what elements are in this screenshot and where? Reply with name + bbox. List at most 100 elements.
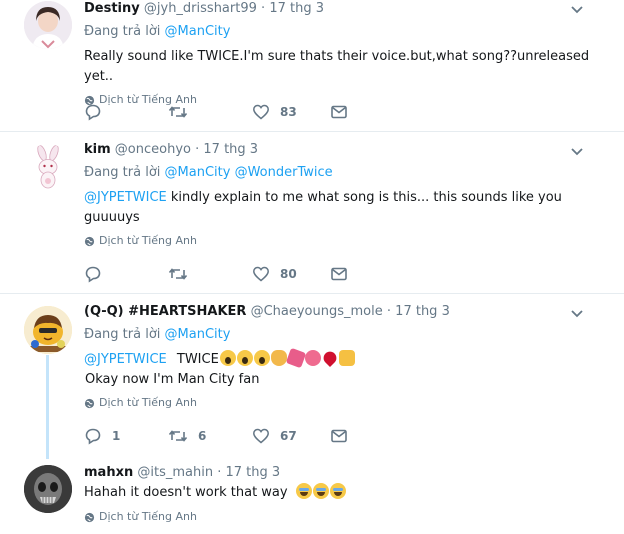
reply-mention[interactable]: @ManCity	[165, 24, 231, 39]
tweet-header: kim @onceohyo · 17 thg 3	[84, 141, 604, 159]
tweet-actions: 80	[84, 264, 348, 284]
text-body: Hahah it doesn't work that way	[84, 485, 288, 500]
globe-icon	[84, 398, 95, 408]
username[interactable]: @its_mahin	[137, 465, 213, 480]
tweet-text: Hahah it doesn't work that way	[84, 483, 604, 503]
reply-icon	[85, 104, 101, 121]
like-count: 83	[280, 105, 297, 119]
scream-emoji-icon	[253, 350, 270, 366]
reply-button[interactable]	[84, 265, 168, 283]
text-mention[interactable]: @JYPETWICE	[84, 190, 167, 205]
timestamp[interactable]: 17 thg 3	[395, 304, 450, 319]
display-name[interactable]: Destiny	[84, 1, 140, 16]
retweet-button[interactable]	[168, 103, 252, 121]
heart-icon	[253, 428, 269, 444]
direct-message-button[interactable]	[330, 103, 348, 121]
heart-icon	[253, 104, 269, 120]
avatar[interactable]	[24, 306, 72, 354]
heart-emoji-icon	[320, 348, 339, 368]
avatar[interactable]	[24, 465, 72, 513]
display-name[interactable]: kim	[84, 142, 111, 157]
translate-link[interactable]: Dịch từ Tiếng Anh	[84, 509, 604, 525]
retweet-icon	[168, 430, 188, 442]
thumbs-up-emoji-icon	[338, 350, 355, 366]
separator-dot: ·	[195, 142, 200, 157]
chevron-down-icon[interactable]	[570, 3, 584, 17]
mail-icon	[331, 267, 347, 281]
reply-context: Đang trả lời @ManCity	[84, 23, 604, 41]
reply-prefix: Đang trả lời	[84, 165, 161, 180]
text-line: @JYPETWICE TWICE	[84, 347, 604, 370]
tweet-actions: 1 6 67	[84, 426, 348, 446]
bouquet-emoji-icon	[304, 350, 321, 366]
tears-of-joy-emoji-icon	[312, 483, 329, 499]
chevron-down-icon[interactable]	[570, 307, 584, 321]
reply-prefix: Đang trả lời	[84, 327, 161, 342]
tweet-destiny[interactable]: Destiny @jyh_drisshart99 · 17 thg 3 Đang…	[0, 0, 624, 131]
reply-prefix: Đang trả lời	[84, 24, 161, 39]
mail-icon	[331, 105, 347, 119]
retweet-button[interactable]: 6	[168, 427, 252, 445]
text-mention[interactable]: @JYPETWICE	[84, 352, 167, 367]
scream-emoji-icon	[236, 350, 253, 366]
display-name[interactable]: (Q-Q) #HEARTSHAKER	[84, 304, 246, 319]
username[interactable]: @onceohyo	[115, 142, 191, 157]
tweet-header: (Q-Q) #HEARTSHAKER @Chaeyoungs_mole · 17…	[84, 303, 604, 321]
mail-icon	[331, 429, 347, 443]
avatar[interactable]	[24, 1, 72, 49]
reply-icon	[85, 266, 101, 283]
avatar[interactable]	[24, 144, 72, 192]
reply-context: Đang trả lời @ManCity	[84, 326, 604, 344]
translate-label: Dịch từ Tiếng Anh	[99, 510, 197, 523]
username[interactable]: @Chaeyoungs_mole	[251, 304, 383, 319]
tweet-kim[interactable]: kim @onceohyo · 17 thg 3 Đang trả lời @M…	[0, 132, 624, 293]
tweet-header: Destiny @jyh_drisshart99 · 17 thg 3	[84, 0, 604, 18]
retweet-count: 6	[198, 429, 207, 443]
translate-link[interactable]: Dịch từ Tiếng Anh	[84, 395, 604, 411]
retweet-button[interactable]	[168, 265, 252, 283]
translate-link[interactable]: Dịch từ Tiếng Anh	[84, 233, 604, 249]
reply-button[interactable]: 1	[84, 427, 168, 445]
tweet-text: @JYPETWICE kindly explain to me what son…	[84, 188, 604, 228]
reply-button[interactable]	[84, 103, 168, 121]
separator-dot: ·	[261, 1, 266, 16]
text-body: TWICE	[176, 352, 219, 367]
clap-emoji-icon	[270, 350, 287, 366]
direct-message-button[interactable]	[330, 265, 348, 283]
separator-dot: ·	[386, 304, 392, 319]
like-button[interactable]: 80	[252, 265, 336, 283]
tweet-mahxn[interactable]: mahxn @its_mahin · 17 thg 3 Hahah it doe…	[0, 459, 624, 534]
tears-of-joy-emoji-icon	[295, 483, 312, 499]
party-popper-emoji-icon	[285, 347, 307, 369]
tweet-text: Really sound like TWICE.I'm sure thats t…	[84, 49, 590, 84]
translate-label: Dịch từ Tiếng Anh	[99, 396, 197, 409]
globe-icon	[84, 512, 95, 522]
like-button[interactable]: 83	[252, 103, 336, 121]
retweet-icon	[168, 106, 188, 118]
reply-mention[interactable]: @ManCity	[165, 327, 231, 342]
reply-mention[interactable]: @WonderTwice	[235, 165, 333, 180]
globe-icon	[84, 236, 95, 246]
username[interactable]: @jyh_drisshart99	[144, 1, 257, 16]
direct-message-button[interactable]	[330, 427, 348, 445]
tweet-heartshaker[interactable]: (Q-Q) #HEARTSHAKER @Chaeyoungs_mole · 17…	[0, 294, 624, 459]
chevron-down-icon[interactable]	[570, 145, 584, 159]
timestamp[interactable]: 17 thg 3	[269, 1, 324, 16]
timestamp[interactable]: 17 thg 3	[225, 465, 280, 480]
text-line: Okay now I'm Man City fan	[85, 372, 260, 387]
reply-mention[interactable]: @ManCity	[165, 165, 231, 180]
like-button[interactable]: 67	[252, 427, 336, 445]
timestamp[interactable]: 17 thg 3	[203, 142, 258, 157]
like-count: 67	[280, 429, 297, 443]
reply-count: 1	[112, 429, 121, 443]
tweet-header: mahxn @its_mahin · 17 thg 3	[84, 464, 604, 482]
display-name[interactable]: mahxn	[84, 465, 133, 480]
tweet-text: @JYPETWICE TWICE Okay now I'm Man City f…	[84, 347, 604, 390]
reply-context: Đang trả lời @ManCity @WonderTwice	[84, 164, 604, 182]
retweet-icon	[168, 268, 188, 280]
scream-emoji-icon	[219, 350, 236, 366]
reply-icon	[85, 428, 101, 445]
separator-dot: ·	[217, 465, 222, 480]
tears-of-joy-emoji-icon	[329, 483, 346, 499]
translate-label: Dịch từ Tiếng Anh	[99, 234, 197, 247]
